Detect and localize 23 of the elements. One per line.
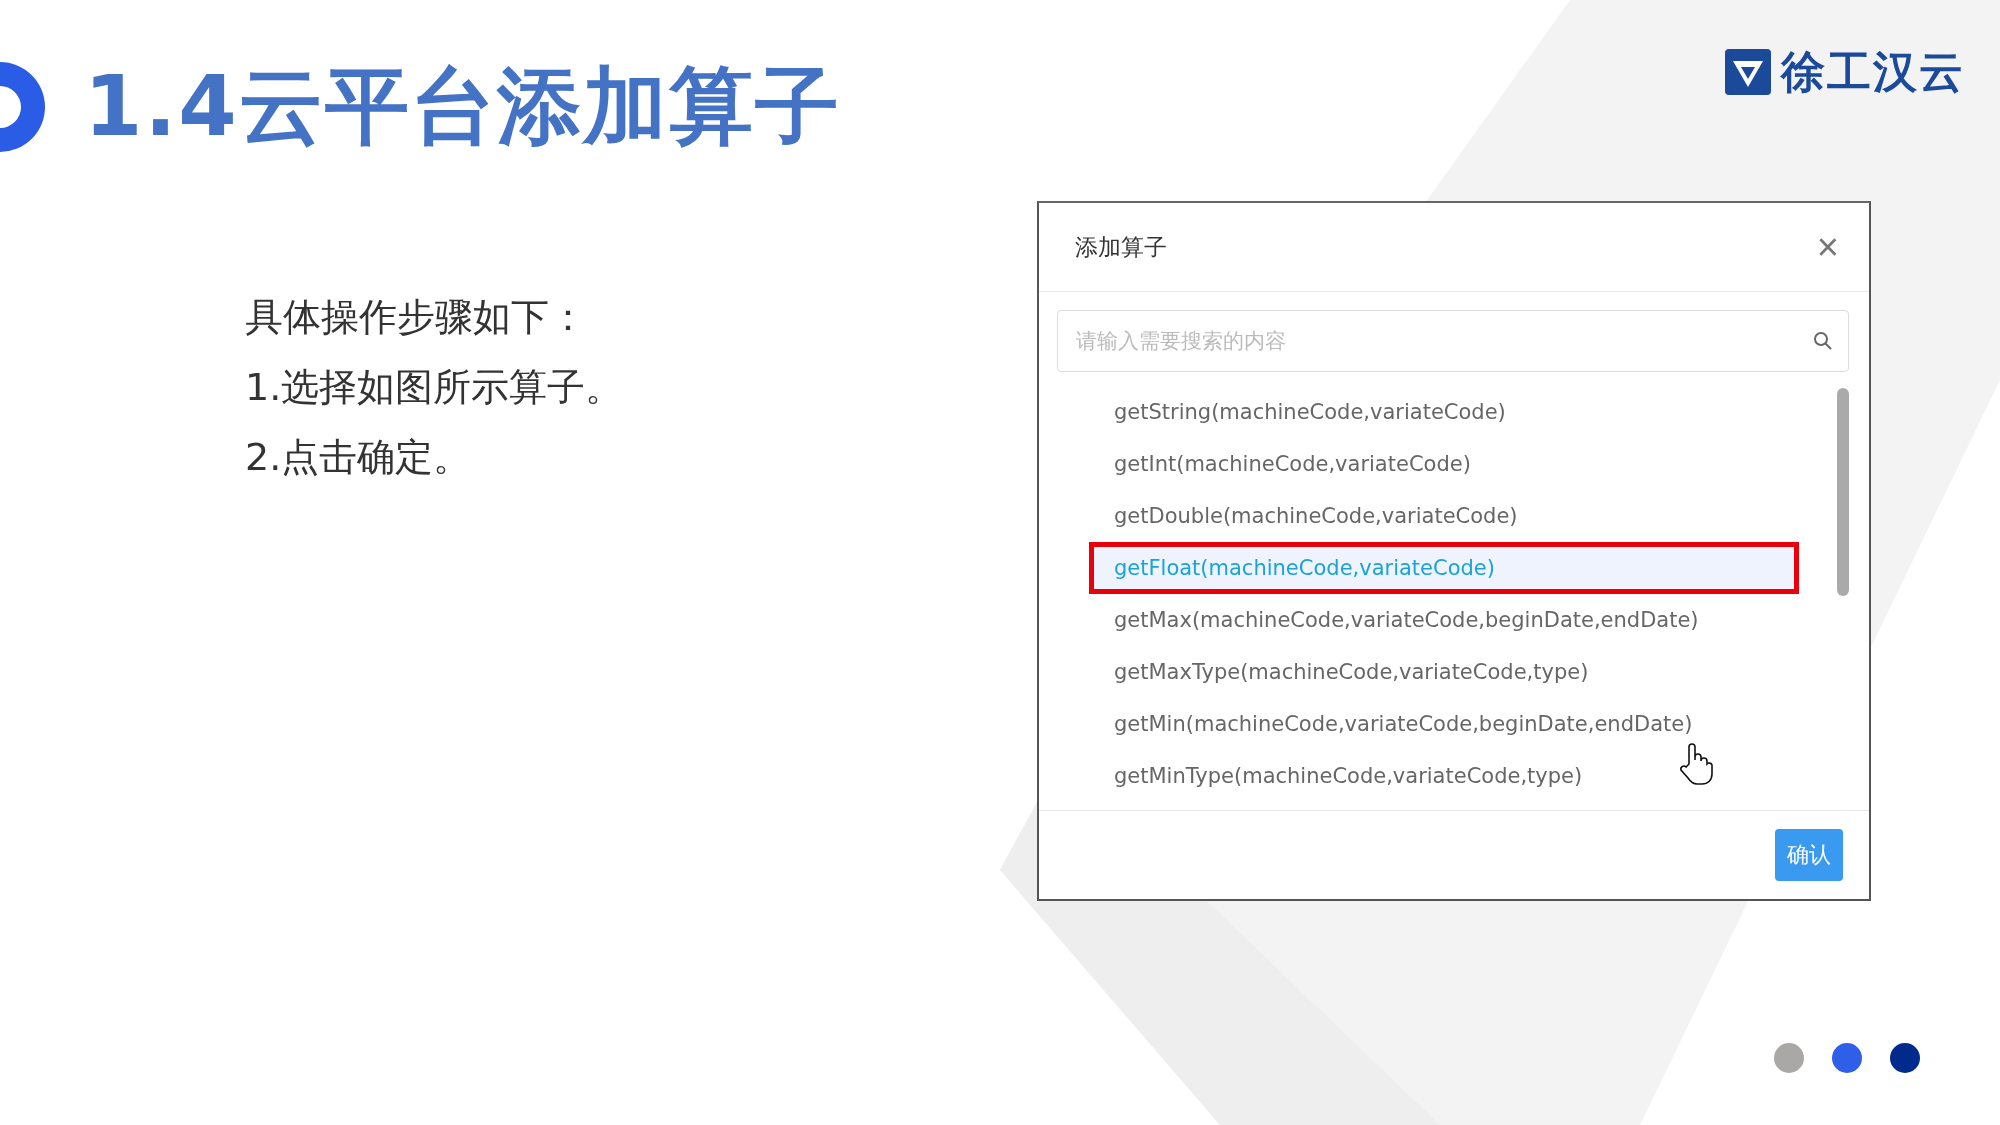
list-item[interactable]: getMin(machineCode,variateCode,beginDate,endDate) (1089, 698, 1799, 750)
pager-dot[interactable] (1890, 1043, 1920, 1073)
close-button[interactable]: × (1816, 228, 1839, 266)
list-item[interactable]: getMinType(machineCode,variateCode,type) (1089, 750, 1799, 802)
pager-dot[interactable] (1774, 1043, 1804, 1073)
logo-text: 徐工汉云 (1781, 44, 1965, 99)
pager-dot[interactable] (1832, 1043, 1862, 1073)
arc-icon (0, 62, 46, 152)
step-text: 具体操作步骤如下： (245, 294, 588, 341)
hand-cursor-icon (1679, 742, 1713, 786)
slide-title: 1.4云平台添加算子 (84, 56, 841, 157)
list-item[interactable]: getMax(machineCode,variateCode,beginDate,endDate) (1089, 594, 1799, 646)
list-item[interactable]: getDouble(machineCode,variateCode) (1089, 490, 1799, 542)
list-item[interactable]: getMaxType(machineCode,variateCode,type) (1089, 646, 1799, 698)
step-text: 2.点击确定。 (245, 434, 473, 481)
list-item[interactable]: getString(machineCode,variateCode) (1089, 386, 1799, 438)
logo-icon (1725, 49, 1771, 95)
dialog-title: 添加算子 (1075, 232, 1167, 262)
confirm-button[interactable]: 确认 (1775, 829, 1843, 881)
search-field[interactable]: 请输入需要搜索的内容 (1057, 310, 1849, 372)
search-icon (1813, 331, 1833, 351)
list-item[interactable]: getInt(machineCode,variateCode) (1089, 438, 1799, 490)
step-text: 1.选择如图所示算子。 (245, 364, 625, 411)
